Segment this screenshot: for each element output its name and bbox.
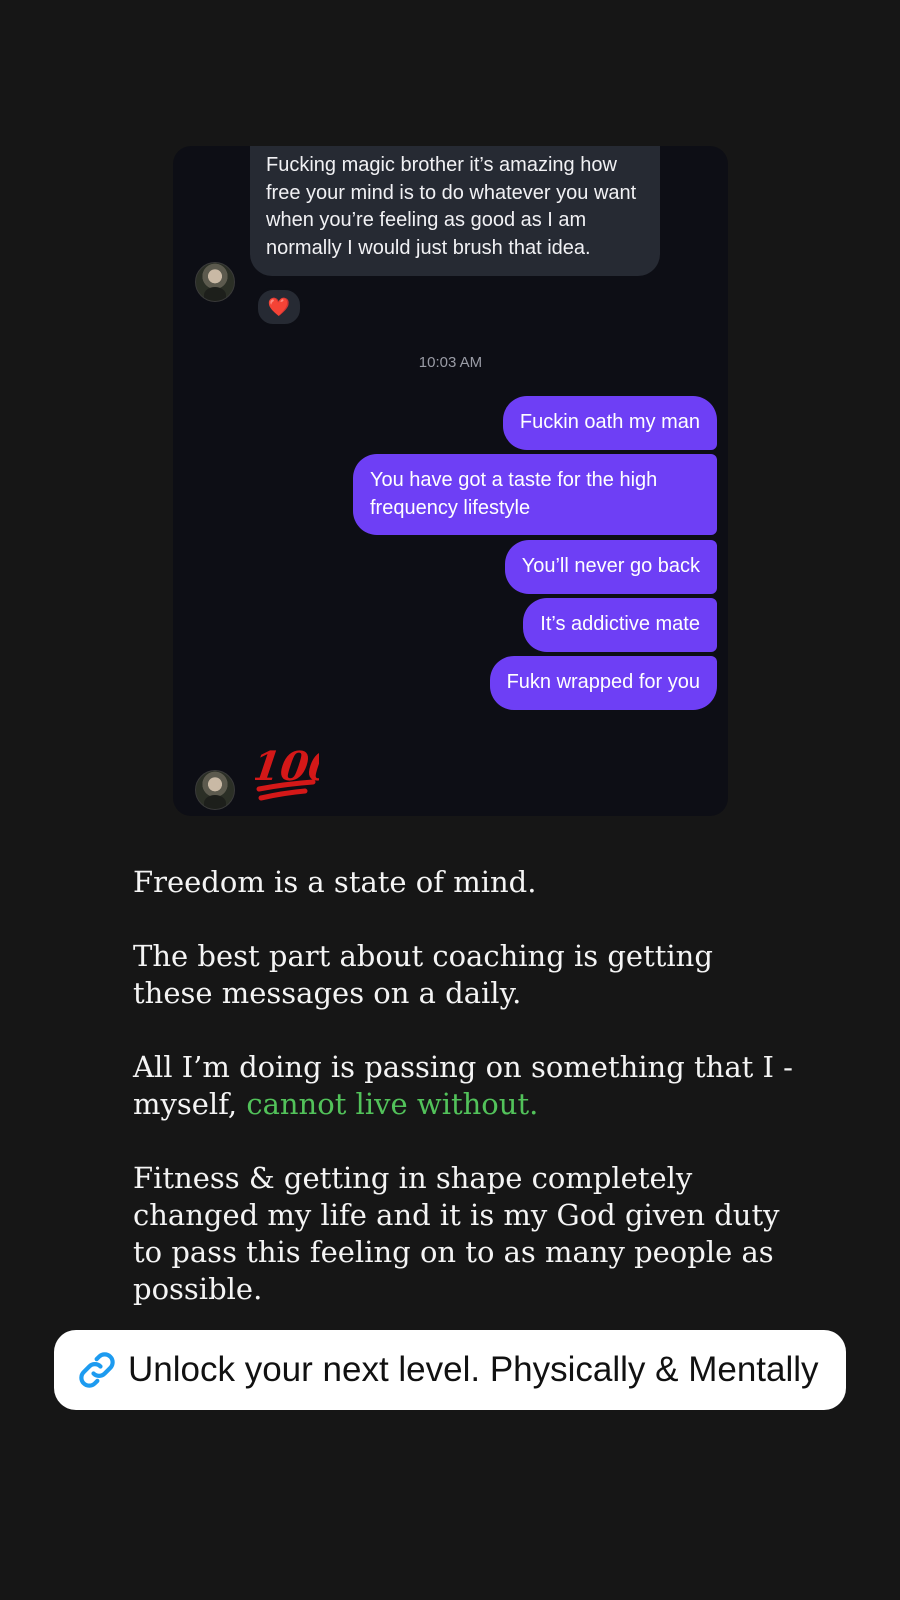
link-sticker[interactable]: Unlock your next level. Physically & Men… <box>54 1330 846 1410</box>
caption-line: Freedom is a state of mind. <box>133 865 537 899</box>
caption-line: All I’m doing is passing on something th… <box>133 1049 793 1123</box>
hundred-points-icon: 100 <box>255 743 319 801</box>
caption-highlight: cannot live without. <box>246 1087 539 1121</box>
caption-line: The best part about coaching is getting … <box>133 939 713 1010</box>
caption-line: Fitness & getting in shape completely ch… <box>133 1161 780 1306</box>
heart-reaction-icon: ❤️ <box>256 288 302 326</box>
message-timestamp: 10:03 AM <box>418 354 483 371</box>
link-icon <box>79 1352 115 1388</box>
outgoing-message-bubble: You have got a taste for the high freque… <box>353 454 717 535</box>
story-caption: Freedom is a state of mind. The best par… <box>133 864 793 1345</box>
chat-screenshot: Fucking magic brother it’s amazing how f… <box>173 146 728 816</box>
outgoing-message-bubble: It’s addictive mate <box>523 598 717 652</box>
outgoing-message-bubble: Fukn wrapped for you <box>489 656 717 710</box>
incoming-message-text: Fucking magic brother it’s amazing how f… <box>266 154 637 259</box>
outgoing-message-bubble: Fuckin oath my man <box>502 396 717 450</box>
link-sticker-label: Unlock your next level. Physically & Men… <box>128 1350 819 1389</box>
incoming-message-bubble: Fucking magic brother it’s amazing how f… <box>250 146 660 276</box>
avatar <box>195 262 235 302</box>
outgoing-message-bubble: You’ll never go back <box>504 540 717 594</box>
avatar <box>195 770 235 810</box>
